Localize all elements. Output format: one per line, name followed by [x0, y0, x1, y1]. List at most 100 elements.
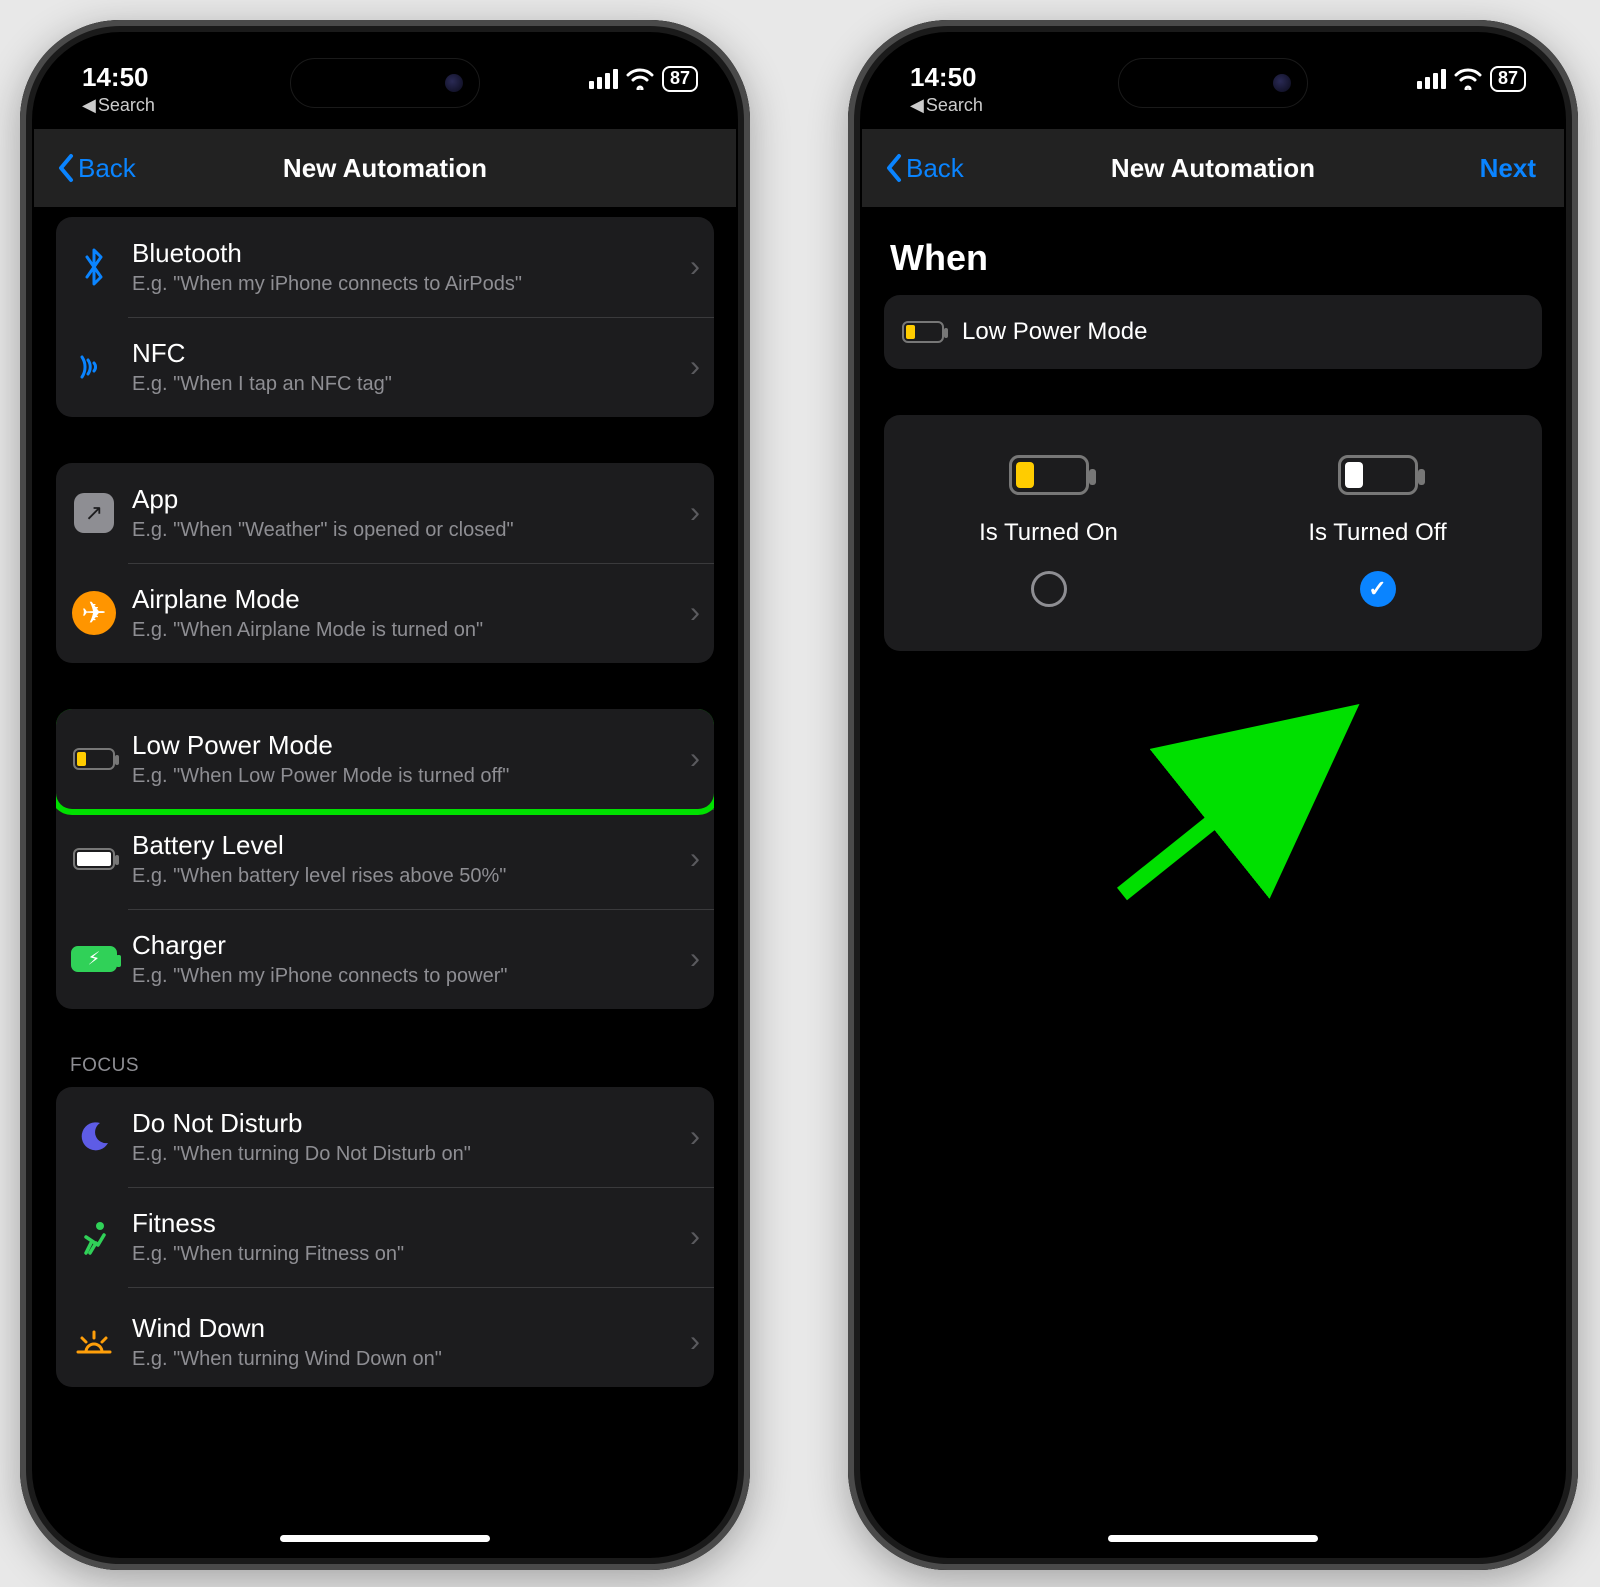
- next-button[interactable]: Next: [1480, 153, 1536, 184]
- trigger-summary-group: Low Power Mode: [884, 295, 1542, 369]
- trigger-label: Low Power Mode: [962, 317, 1147, 347]
- cellular-signal-icon: [1417, 69, 1446, 89]
- screen-left: 14:50 ◀︎ Search 87 Back New Automation: [34, 34, 736, 1556]
- row-subtitle: E.g. "When turning Fitness on": [132, 1241, 682, 1267]
- trigger-group: Bluetooth E.g. "When my iPhone connects …: [56, 217, 714, 417]
- row-title: Low Power Mode: [132, 729, 682, 762]
- row-app[interactable]: ↗ App E.g. "When "Weather" is opened or …: [56, 463, 714, 563]
- back-button[interactable]: Back: [884, 153, 964, 184]
- row-title: Airplane Mode: [132, 583, 682, 616]
- when-options: Is Turned On Is Turned Off ✓: [884, 415, 1542, 651]
- trigger-group: ↗ App E.g. "When "Weather" is opened or …: [56, 463, 714, 663]
- row-subtitle: E.g. "When my iPhone connects to AirPods…: [132, 271, 682, 297]
- nav-title: New Automation: [1111, 153, 1315, 184]
- trigger-group: Low Power Mode E.g. "When Low Power Mode…: [56, 709, 714, 1009]
- chevron-right-icon: ›: [682, 1220, 700, 1254]
- app-icon: ↗: [70, 489, 118, 537]
- battery-low-power-icon: [70, 735, 118, 783]
- row-bluetooth[interactable]: Bluetooth E.g. "When my iPhone connects …: [56, 217, 714, 317]
- chevron-right-icon: ›: [682, 742, 700, 776]
- chevron-left-icon: [56, 153, 76, 183]
- chevron-right-icon: ›: [682, 350, 700, 384]
- chevron-right-icon: ›: [682, 596, 700, 630]
- moon-icon: [70, 1113, 118, 1161]
- breadcrumb-back-search[interactable]: ◀︎ Search: [910, 95, 983, 116]
- breadcrumb-back-search[interactable]: ◀︎ Search: [82, 95, 155, 116]
- row-fitness[interactable]: Fitness E.g. "When turning Fitness on" ›: [56, 1187, 714, 1287]
- nav-title: New Automation: [283, 153, 487, 184]
- dynamic-island: [1118, 58, 1308, 108]
- row-dnd[interactable]: Do Not Disturb E.g. "When turning Do Not…: [56, 1087, 714, 1187]
- charger-icon: ⚡︎: [70, 935, 118, 983]
- row-subtitle: E.g. "When turning Do Not Disturb on": [132, 1141, 682, 1167]
- airplane-icon: ✈︎: [70, 589, 118, 637]
- row-title: App: [132, 483, 682, 516]
- focus-group: Do Not Disturb E.g. "When turning Do Not…: [56, 1087, 714, 1387]
- phone-frame-left: 14:50 ◀︎ Search 87 Back New Automation: [20, 20, 750, 1570]
- row-airplane[interactable]: ✈︎ Airplane Mode E.g. "When Airplane Mod…: [56, 563, 714, 663]
- status-time: 14:50: [82, 62, 155, 93]
- section-label-focus: FOCUS: [56, 1055, 714, 1087]
- battery-status-icon: 87: [1490, 66, 1526, 92]
- row-subtitle: E.g. "When Airplane Mode is turned on": [132, 617, 682, 643]
- home-indicator[interactable]: [1108, 1535, 1318, 1542]
- status-time: 14:50: [910, 62, 983, 93]
- battery-off-icon: [1338, 455, 1418, 495]
- option-label: Is Turned Off: [1308, 519, 1446, 547]
- chevron-left-icon: ◀︎: [82, 95, 96, 116]
- chevron-right-icon: ›: [682, 1325, 700, 1359]
- phone-frame-right: 14:50 ◀︎ Search 87 Back New Automation N…: [848, 20, 1578, 1570]
- dynamic-island: [290, 58, 480, 108]
- when-config: When Low Power Mode Is Turned On Is Turn…: [862, 207, 1564, 651]
- nfc-icon: [70, 343, 118, 391]
- bluetooth-icon: [70, 243, 118, 291]
- chevron-right-icon: ›: [682, 942, 700, 976]
- row-subtitle: E.g. "When "Weather" is opened or closed…: [132, 517, 682, 543]
- annotation-arrow-icon: [1092, 694, 1372, 914]
- back-button[interactable]: Back: [56, 153, 136, 184]
- row-subtitle: E.g. "When turning Wind Down on": [132, 1346, 682, 1372]
- fitness-icon: [70, 1213, 118, 1261]
- row-title: Do Not Disturb: [132, 1107, 682, 1140]
- row-subtitle: E.g. "When I tap an NFC tag": [132, 371, 682, 397]
- option-is-turned-off[interactable]: Is Turned Off ✓: [1213, 455, 1542, 607]
- battery-on-icon: [1009, 455, 1089, 495]
- chevron-left-icon: ◀︎: [910, 95, 924, 116]
- row-title: Fitness: [132, 1207, 682, 1240]
- automation-list[interactable]: Bluetooth E.g. "When my iPhone connects …: [34, 207, 736, 1387]
- trigger-summary-row: Low Power Mode: [884, 295, 1542, 369]
- cellular-signal-icon: [589, 69, 618, 89]
- battery-low-power-icon: [902, 321, 944, 343]
- home-indicator[interactable]: [280, 1535, 490, 1542]
- row-subtitle: E.g. "When battery level rises above 50%…: [132, 863, 682, 889]
- chevron-right-icon: ›: [682, 1120, 700, 1154]
- row-title: Charger: [132, 929, 682, 962]
- radio-unchecked-icon[interactable]: [1031, 571, 1067, 607]
- row-low-power-mode[interactable]: Low Power Mode E.g. "When Low Power Mode…: [56, 709, 714, 809]
- battery-icon: [70, 835, 118, 883]
- radio-checked-icon[interactable]: ✓: [1360, 571, 1396, 607]
- row-battery-level[interactable]: Battery Level E.g. "When battery level r…: [56, 809, 714, 909]
- screen-right: 14:50 ◀︎ Search 87 Back New Automation N…: [862, 34, 1564, 1556]
- nav-bar: Back New Automation: [34, 129, 736, 207]
- wifi-icon: [1454, 68, 1482, 90]
- chevron-right-icon: ›: [682, 842, 700, 876]
- chevron-right-icon: ›: [682, 250, 700, 284]
- row-title: Bluetooth: [132, 237, 682, 270]
- row-title: Battery Level: [132, 829, 682, 862]
- when-heading: When: [884, 217, 1542, 295]
- row-wind-down[interactable]: Wind Down E.g. "When turning Wind Down o…: [56, 1287, 714, 1387]
- battery-status-icon: 87: [662, 66, 698, 92]
- row-nfc[interactable]: NFC E.g. "When I tap an NFC tag" ›: [56, 317, 714, 417]
- chevron-right-icon: ›: [682, 496, 700, 530]
- row-title: Wind Down: [132, 1312, 682, 1345]
- option-label: Is Turned On: [979, 519, 1118, 547]
- chevron-left-icon: [884, 153, 904, 183]
- row-subtitle: E.g. "When my iPhone connects to power": [132, 963, 682, 989]
- wifi-icon: [626, 68, 654, 90]
- row-charger[interactable]: ⚡︎ Charger E.g. "When my iPhone connects…: [56, 909, 714, 1009]
- row-subtitle: E.g. "When Low Power Mode is turned off": [132, 763, 682, 789]
- nav-bar: Back New Automation Next: [862, 129, 1564, 207]
- option-is-turned-on[interactable]: Is Turned On: [884, 455, 1213, 607]
- sunset-icon: [70, 1318, 118, 1366]
